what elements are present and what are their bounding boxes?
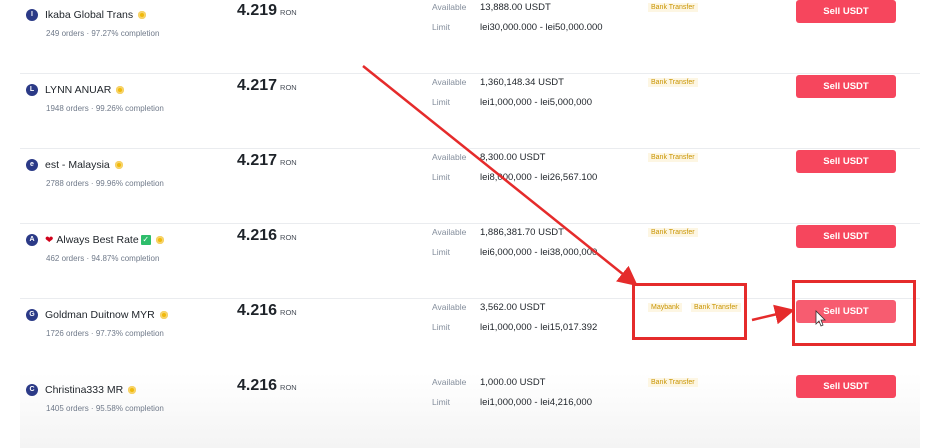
annotation-arrow-to-sell bbox=[751, 304, 795, 325]
annotation-arrows bbox=[362, 65, 826, 327]
mouse-cursor-icon bbox=[815, 310, 826, 327]
annotation-arrow-to-payment bbox=[362, 65, 638, 287]
